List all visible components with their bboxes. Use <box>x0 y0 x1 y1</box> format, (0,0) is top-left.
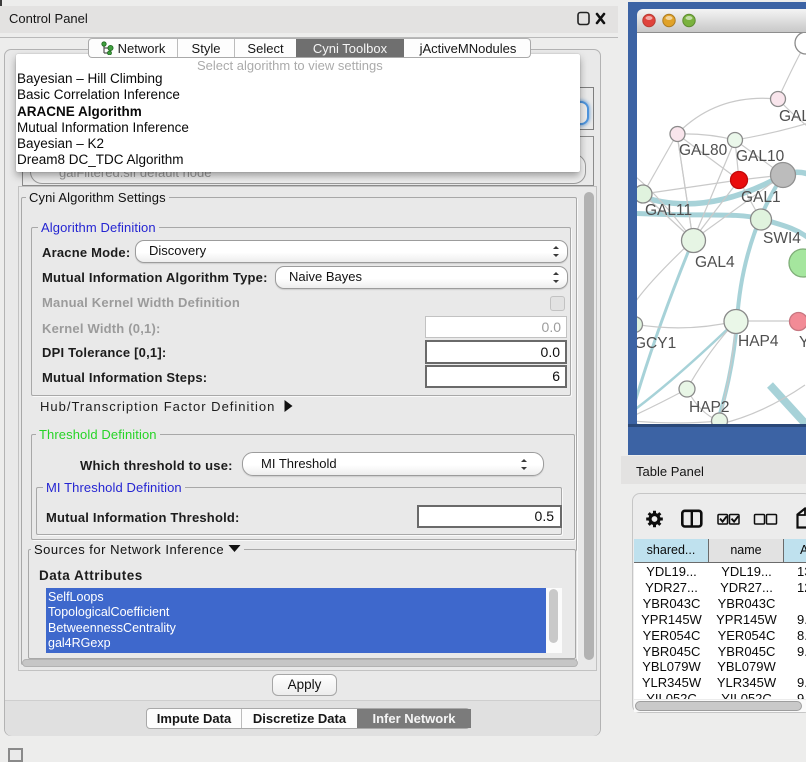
svg-text:GAL4: GAL4 <box>695 254 735 271</box>
svg-text:HAP4: HAP4 <box>738 333 779 350</box>
svg-text:SWI4: SWI4 <box>763 230 801 247</box>
svg-text:GAL7: GAL7 <box>779 108 806 125</box>
svg-text:Y: Y <box>799 334 806 351</box>
svg-text:GAL11: GAL11 <box>645 202 692 219</box>
svg-text:GAL80: GAL80 <box>679 142 728 159</box>
svg-text:GAL1: GAL1 <box>741 189 781 206</box>
svg-text:HAP2: HAP2 <box>689 399 730 416</box>
svg-text:GAL10: GAL10 <box>736 148 785 165</box>
svg-text:GCY1: GCY1 <box>637 335 676 352</box>
